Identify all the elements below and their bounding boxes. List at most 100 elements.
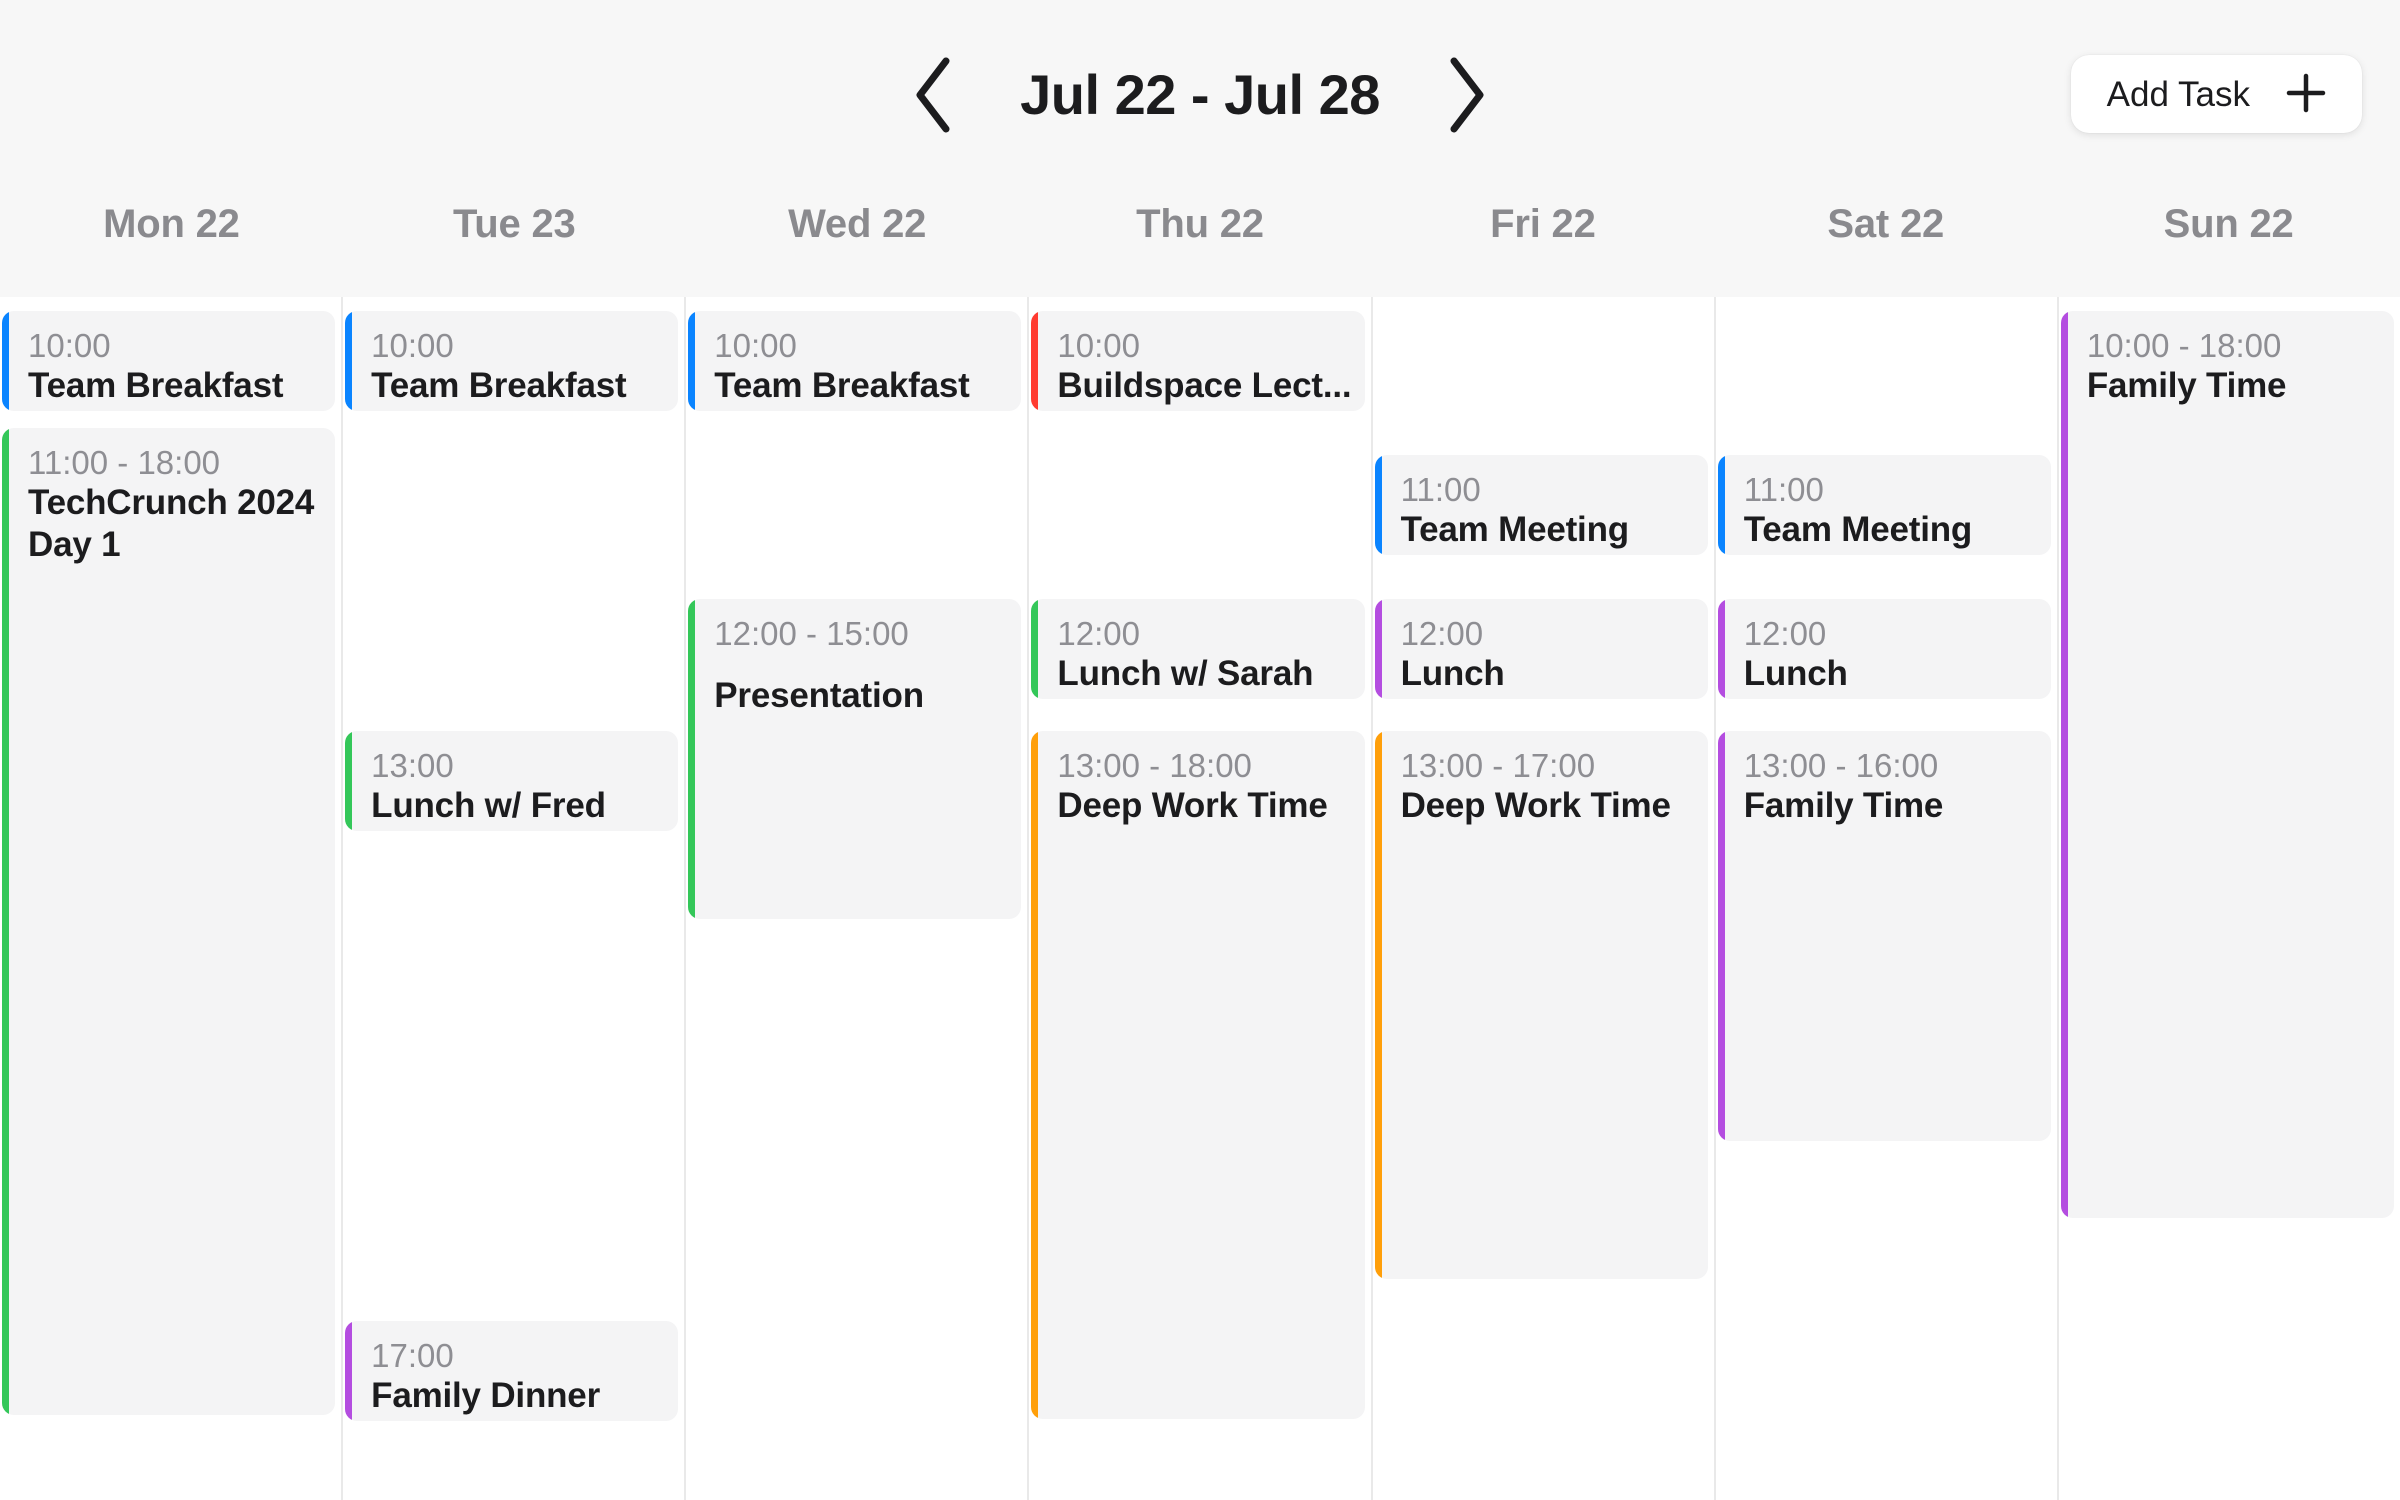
event-card[interactable]: 12:00 - 15:00 Presentation (688, 599, 1022, 919)
event-content: 17:00 Family Dinner (345, 1321, 678, 1417)
day-header-label: Mon 22 (103, 202, 240, 246)
week-navigation: Jul 22 - Jul 28 (0, 0, 2400, 190)
event-time: 13:00 - 16:00 (1743, 747, 1939, 784)
day-header-mon-22[interactable]: Mon 22 (0, 190, 343, 297)
event-content: 12:00 Lunch w/ Sarah (1031, 599, 1364, 695)
event-content: 13:00 - 16:00 Family Time (1718, 731, 2051, 827)
event-time: 13:00 (371, 747, 454, 784)
event-title: Family Time (1743, 786, 1944, 826)
day-header-label: Sun 22 (2163, 202, 2294, 246)
day-header-label: Fri 22 (1490, 202, 1596, 246)
event-content: 11:00 Team Meeting (1718, 455, 2051, 551)
event-title: TechCrunch 2024 Day 1 (28, 483, 315, 564)
event-content: 13:00 - 17:00 Deep Work Time (1375, 731, 1708, 827)
event-card[interactable]: 12:00 Lunch (1717, 599, 2051, 699)
event-time: 12:00 - 15:00 (714, 615, 909, 652)
event-time: 13:00 - 17:00 (1400, 747, 1596, 784)
event-content: 10:00 Buildspace Lect... (1031, 311, 1364, 407)
event-card[interactable]: 10:00 - 18:00 Family Time (2060, 311, 2394, 1218)
event-content: 10:00 - 18:00 Family Time (2061, 311, 2394, 407)
event-title: Team Meeting (1400, 510, 1630, 550)
event-card[interactable]: 13:00 - 17:00 Deep Work Time (1374, 731, 1708, 1279)
day-column-tue-23[interactable]: 10:00 Team Breakfast 13:00 Lunch w/ Fred 17:… (341, 297, 684, 1500)
day-header-thu-22[interactable]: Thu 22 (1029, 190, 1372, 297)
event-time: 10:00 (28, 327, 111, 364)
event-title: Team Meeting (1743, 510, 1973, 550)
event-content: 10:00 Team Breakfast (2, 311, 335, 407)
event-card[interactable]: 10:00 Team Breakfast (345, 311, 679, 411)
day-column-sun-22[interactable]: 10:00 - 18:00 Family Time (2056, 297, 2400, 1500)
event-time: 10:00 (1057, 327, 1141, 364)
event-card[interactable]: 10:00 Team Breakfast (688, 311, 1022, 411)
event-title: Lunch w/ Fred (371, 786, 606, 826)
event-time: 12:00 (1400, 615, 1484, 652)
event-title: Team Breakfast (714, 366, 970, 406)
event-title: Lunch w/ Sarah (1057, 654, 1314, 694)
event-card[interactable]: 12:00 Lunch w/ Sarah (1031, 599, 1365, 699)
event-title: Family Dinner (371, 1376, 600, 1416)
event-content: 13:00 - 18:00 Deep Work Time (1031, 731, 1364, 827)
calendar-app: Jul 22 - Jul 28 Add Task Mon 22 Tue 23 Wed… (0, 0, 2400, 1500)
event-content: 11:00 Team Meeting (1375, 455, 1708, 551)
event-title: Family Time (2086, 366, 2287, 406)
day-header-label: Thu 22 (1136, 202, 1264, 246)
event-content: 13:00 Lunch w/ Fred (345, 731, 678, 827)
event-card[interactable]: 11:00 Team Meeting (1374, 455, 1708, 555)
plus-icon (2284, 71, 2328, 118)
day-column-sat-22[interactable]: 11:00 Team Meeting 12:00 Lunch 13:00 - 16:00… (1713, 297, 2057, 1500)
chevron-left-icon (910, 55, 956, 135)
calendar-toolbar: Jul 22 - Jul 28 Add Task (0, 0, 2400, 190)
day-header-tue-23[interactable]: Tue 23 (343, 190, 686, 297)
day-header-label: Sat 22 (1827, 202, 1945, 246)
event-time: 11:00 - 18:00 (28, 444, 221, 481)
calendar-grid: 10:00 Team Breakfast 11:00 - 18:00 TechCrun… (0, 297, 2400, 1500)
day-header-sat-22[interactable]: Sat 22 (1714, 190, 2057, 297)
day-header-fri-22[interactable]: Fri 22 (1371, 190, 1714, 297)
day-header-wed-22[interactable]: Wed 22 (686, 190, 1029, 297)
day-header-row: Mon 22 Tue 23 Wed 22 Thu 22 Fri 22 Sat 22 Sun … (0, 190, 2400, 297)
day-column-wed-22[interactable]: 10:00 Team Breakfast 12:00 - 15:00 Presenta… (684, 297, 1027, 1500)
event-time: 17:00 (371, 1337, 454, 1374)
chevron-right-icon (1444, 55, 1490, 135)
event-card[interactable]: 13:00 - 18:00 Deep Work Time (1031, 731, 1365, 1419)
event-time: 12:00 (1057, 615, 1141, 652)
event-time: 10:00 (714, 327, 797, 364)
event-time: 12:00 (1743, 615, 1827, 652)
date-range-title: Jul 22 - Jul 28 (1020, 63, 1380, 126)
event-content: 12:00 Lunch (1375, 599, 1708, 695)
event-time: 10:00 (371, 327, 454, 364)
day-column-fri-22[interactable]: 11:00 Team Meeting 12:00 Lunch 13:00 - 17:00… (1370, 297, 1714, 1500)
event-time: 10:00 - 18:00 (2086, 327, 2282, 364)
event-card[interactable]: 12:00 Lunch (1374, 599, 1708, 699)
day-header-label: Wed 22 (788, 202, 927, 246)
event-content: 12:00 Lunch (1718, 599, 2051, 695)
day-header-label: Tue 23 (453, 202, 576, 246)
event-title: Lunch (1400, 654, 1505, 694)
event-title: Buildspace Lect... (1057, 366, 1351, 406)
event-card[interactable]: 10:00 Team Breakfast (2, 311, 336, 411)
event-title: Team Breakfast (371, 366, 627, 406)
event-card[interactable]: 13:00 Lunch w/ Fred (345, 731, 679, 831)
day-column-mon-22[interactable]: 10:00 Team Breakfast 11:00 - 18:00 TechCrun… (0, 297, 341, 1500)
event-card[interactable]: 11:00 Team Meeting (1717, 455, 2051, 555)
next-week-button[interactable] (1436, 49, 1498, 141)
event-card[interactable]: 13:00 - 16:00 Family Time (1717, 731, 2051, 1141)
add-task-button[interactable]: Add Task (2070, 55, 2362, 133)
event-title: Team Breakfast (28, 366, 284, 406)
previous-week-button[interactable] (902, 49, 964, 141)
event-card[interactable]: 17:00 Family Dinner (345, 1321, 679, 1421)
event-title: Presentation (714, 676, 924, 716)
event-content: 11:00 - 18:00 TechCrunch 2024 Day 1 (2, 428, 335, 565)
event-content: 12:00 - 15:00 Presentation (688, 599, 1021, 717)
event-title: Deep Work Time (1057, 786, 1328, 826)
day-column-thu-22[interactable]: 10:00 Buildspace Lect... 12:00 Lunch w/ Sar… (1027, 297, 1370, 1500)
event-card[interactable]: 11:00 - 18:00 TechCrunch 2024 Day 1 (2, 428, 336, 1415)
add-task-label: Add Task (2106, 74, 2250, 114)
event-content: 10:00 Team Breakfast (345, 311, 678, 407)
event-content: 10:00 Team Breakfast (688, 311, 1021, 407)
event-time: 11:00 (1743, 471, 1824, 508)
day-header-sun-22[interactable]: Sun 22 (2057, 190, 2400, 297)
event-time: 13:00 - 18:00 (1057, 747, 1252, 784)
event-card[interactable]: 10:00 Buildspace Lect... (1031, 311, 1365, 411)
event-title: Deep Work Time (1400, 786, 1671, 826)
